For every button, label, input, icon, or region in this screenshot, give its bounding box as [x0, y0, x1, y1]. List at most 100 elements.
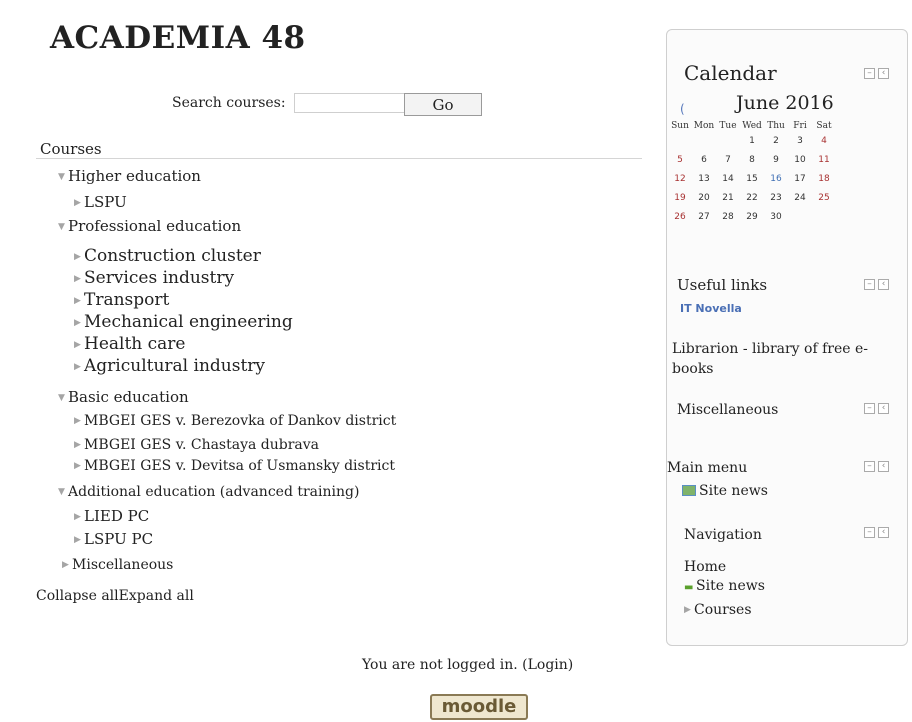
calendar-day[interactable]: 11 [812, 150, 836, 169]
category-devitsa[interactable]: ▶ MBGEI GES v. Devitsa of Usmansky distri… [74, 458, 395, 474]
expand-triangle-icon[interactable]: ▶ [74, 512, 84, 522]
calendar-day[interactable]: 15 [740, 169, 764, 188]
calendar-day[interactable]: 20 [692, 188, 716, 207]
calendar-day[interactable]: 30 [764, 207, 788, 226]
nav-site-news[interactable]: ▬ Site news [684, 578, 765, 594]
calendar-day[interactable]: 14 [716, 169, 740, 188]
minimize-icon[interactable]: – [864, 461, 875, 472]
category-basic-education[interactable]: ▼ Basic education [58, 388, 189, 406]
dock-icon[interactable]: ‹ [878, 68, 889, 79]
courses-label[interactable]: Courses [694, 602, 752, 618]
calendar-day[interactable]: 21 [716, 188, 740, 207]
category-health-care[interactable]: ▶ Health care [74, 334, 186, 354]
calendar-day[interactable]: 29 [740, 207, 764, 226]
category-label[interactable]: Construction cluster [84, 246, 261, 266]
category-label[interactable]: LIED PC [84, 507, 149, 525]
calendar-day[interactable]: 25 [812, 188, 836, 207]
moodle-logo[interactable]: moodle [430, 694, 528, 720]
calendar-day[interactable]: 5 [668, 150, 692, 169]
category-label[interactable]: Transport [84, 290, 169, 310]
expand-triangle-icon[interactable]: ▶ [74, 296, 84, 306]
category-label[interactable]: Basic education [68, 388, 189, 406]
category-miscellaneous[interactable]: ▶ Miscellaneous [62, 557, 173, 573]
collapse-triangle-icon[interactable]: ▼ [58, 222, 68, 232]
calendar-day[interactable]: 28 [716, 207, 740, 226]
category-professional-education[interactable]: ▼ Professional education [58, 217, 241, 235]
category-transport[interactable]: ▶ Transport [74, 290, 169, 310]
dock-icon[interactable]: ‹ [878, 527, 889, 538]
expand-triangle-icon[interactable]: ▶ [74, 461, 84, 471]
calendar-day[interactable]: 2 [764, 131, 788, 150]
calendar-day[interactable]: 8 [740, 150, 764, 169]
calendar-prev-month-link[interactable]: ( [680, 102, 685, 116]
site-title[interactable]: ACADEMIA 48 [50, 20, 306, 56]
calendar-day[interactable]: 24 [788, 188, 812, 207]
calendar-day[interactable]: 17 [788, 169, 812, 188]
calendar-day[interactable]: 12 [668, 169, 692, 188]
expand-triangle-icon[interactable]: ▶ [684, 605, 694, 615]
calendar-day[interactable]: 27 [692, 207, 716, 226]
calendar-day[interactable]: 6 [692, 150, 716, 169]
category-services-industry[interactable]: ▶ Services industry [74, 268, 234, 288]
collapse-triangle-icon[interactable]: ▼ [58, 172, 68, 182]
dock-icon[interactable]: ‹ [878, 461, 889, 472]
category-label[interactable]: Health care [84, 334, 186, 354]
expand-all-link[interactable]: Expand all [119, 588, 194, 604]
category-label[interactable]: MBGEI GES v. Devitsa of Usmansky distric… [84, 458, 395, 474]
site-news-label[interactable]: Site news [696, 578, 765, 594]
collapse-all-link[interactable]: Collapse all [36, 588, 119, 604]
calendar-day[interactable]: 22 [740, 188, 764, 207]
category-construction-cluster[interactable]: ▶ Construction cluster [74, 246, 261, 266]
calendar-day[interactable]: 16 [764, 169, 788, 188]
minimize-icon[interactable]: – [864, 527, 875, 538]
category-label[interactable]: Professional education [68, 217, 241, 235]
site-news-label[interactable]: Site news [699, 483, 768, 499]
dock-icon[interactable]: ‹ [878, 403, 889, 414]
librarion-link[interactable]: Librarion - library of free e-books [672, 339, 872, 379]
expand-triangle-icon[interactable]: ▶ [62, 560, 72, 570]
calendar-day[interactable]: 1 [740, 131, 764, 150]
category-berezovka[interactable]: ▶ MBGEI GES v. Berezovka of Dankov distri… [74, 413, 396, 429]
category-lspu-pc[interactable]: ▶ LSPU PC [74, 530, 153, 548]
category-label[interactable]: Higher education [68, 167, 201, 185]
expand-triangle-icon[interactable]: ▶ [74, 440, 84, 450]
category-agricultural-industry[interactable]: ▶ Agricultural industry [74, 356, 265, 376]
minimize-icon[interactable]: – [864, 68, 875, 79]
category-additional-education[interactable]: ▼ Additional education (advanced training… [58, 484, 359, 500]
minimize-icon[interactable]: – [864, 403, 875, 414]
nav-home[interactable]: Home [684, 559, 726, 575]
it-novella-link[interactable]: IT Novella [680, 302, 742, 315]
expand-triangle-icon[interactable]: ▶ [74, 416, 84, 426]
category-lspu[interactable]: ▶ LSPU [74, 193, 127, 211]
collapse-triangle-icon[interactable]: ▼ [58, 393, 68, 403]
calendar-day[interactable]: 10 [788, 150, 812, 169]
category-label[interactable]: Mechanical engineering [84, 312, 293, 332]
calendar-day[interactable]: 23 [764, 188, 788, 207]
calendar-day[interactable]: 19 [668, 188, 692, 207]
search-input[interactable] [294, 93, 407, 113]
category-chastaya-dubrava[interactable]: ▶ MBGEI GES v. Chastaya dubrava [74, 437, 319, 453]
category-label[interactable]: LSPU [84, 193, 127, 211]
category-label[interactable]: LSPU PC [84, 530, 153, 548]
calendar-day[interactable]: 18 [812, 169, 836, 188]
calendar-day[interactable]: 9 [764, 150, 788, 169]
category-label[interactable]: Miscellaneous [72, 557, 173, 573]
calendar-day[interactable]: 3 [788, 131, 812, 150]
nav-courses[interactable]: ▶ Courses [684, 602, 752, 618]
category-mechanical-engineering[interactable]: ▶ Mechanical engineering [74, 312, 293, 332]
expand-triangle-icon[interactable]: ▶ [74, 274, 84, 284]
expand-triangle-icon[interactable]: ▶ [74, 198, 84, 208]
category-label[interactable]: MBGEI GES v. Chastaya dubrava [84, 437, 319, 453]
expand-triangle-icon[interactable]: ▶ [74, 340, 84, 350]
login-status[interactable]: You are not logged in. (Login) [362, 657, 573, 673]
expand-triangle-icon[interactable]: ▶ [74, 362, 84, 372]
go-button[interactable]: Go [404, 93, 482, 116]
calendar-day[interactable]: 4 [812, 131, 836, 150]
category-higher-education[interactable]: ▼ Higher education [58, 167, 201, 185]
calendar-day[interactable]: 7 [716, 150, 740, 169]
expand-triangle-icon[interactable]: ▶ [74, 535, 84, 545]
main-menu-site-news[interactable]: Site news [682, 483, 768, 499]
collapse-triangle-icon[interactable]: ▼ [58, 487, 68, 497]
dock-icon[interactable]: ‹ [878, 279, 889, 290]
expand-triangle-icon[interactable]: ▶ [74, 252, 84, 262]
